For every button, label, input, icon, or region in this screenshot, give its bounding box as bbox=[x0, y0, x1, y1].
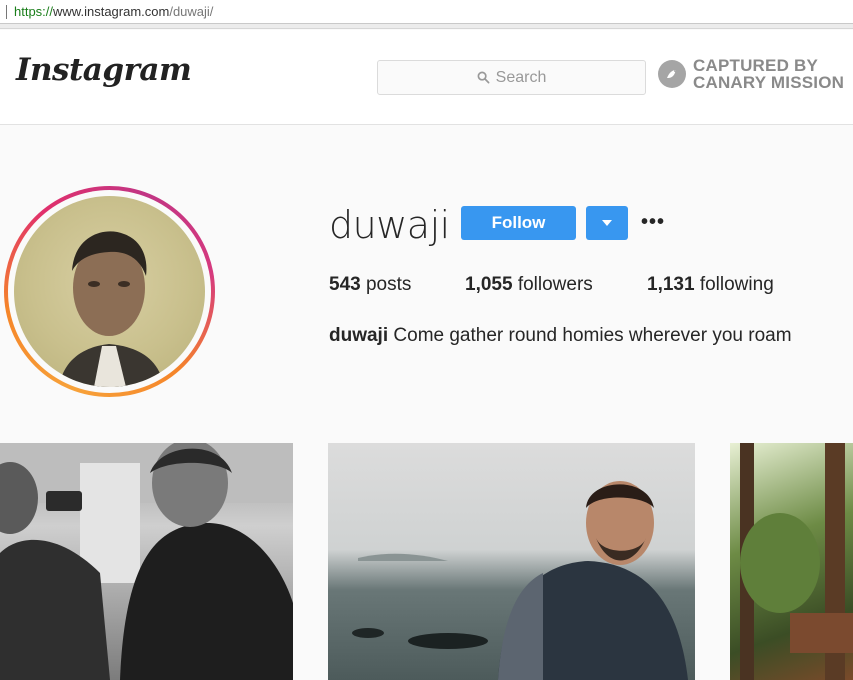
dropdown-arrow-icon bbox=[602, 220, 612, 226]
profile-username: duwaji bbox=[329, 203, 450, 247]
search-input[interactable]: Search bbox=[377, 60, 646, 95]
search-icon bbox=[477, 71, 490, 84]
avatar[interactable] bbox=[4, 186, 215, 397]
avatar-photo bbox=[14, 196, 205, 387]
address-bar-caret bbox=[6, 5, 7, 19]
browser-divider bbox=[0, 24, 853, 29]
followers-link[interactable]: 1,055 followers bbox=[465, 274, 593, 296]
following-link[interactable]: 1,131 following bbox=[647, 274, 774, 296]
post-thumbnail[interactable] bbox=[730, 443, 853, 680]
post-thumbnail[interactable] bbox=[0, 443, 293, 680]
follow-button[interactable]: Follow bbox=[461, 206, 576, 240]
profile-bio: duwaji Come gather round homies wherever… bbox=[329, 325, 792, 347]
site-header: Instagram Search CAPTURED BY CANARY MISS… bbox=[0, 30, 853, 125]
suggestions-dropdown-button[interactable] bbox=[586, 206, 628, 240]
url-text[interactable]: https://www.instagram.com/duwaji/ bbox=[14, 4, 213, 19]
posts-count: 543 posts bbox=[329, 274, 412, 295]
browser-address-bar[interactable]: https://www.instagram.com/duwaji/ bbox=[0, 0, 853, 24]
search-placeholder: Search bbox=[495, 68, 547, 86]
watermark-text: CAPTURED BY CANARY MISSION bbox=[693, 56, 845, 92]
post-thumbnail[interactable] bbox=[328, 443, 695, 680]
bio-name: duwaji bbox=[329, 325, 389, 346]
canary-mission-watermark: CAPTURED BY CANARY MISSION bbox=[658, 57, 844, 91]
bio-text: Come gather round homies wherever you ro… bbox=[393, 325, 792, 346]
more-options-button[interactable]: ••• bbox=[641, 211, 665, 234]
instagram-logo[interactable]: Instagram bbox=[16, 52, 192, 88]
canary-bird-icon bbox=[658, 60, 686, 88]
